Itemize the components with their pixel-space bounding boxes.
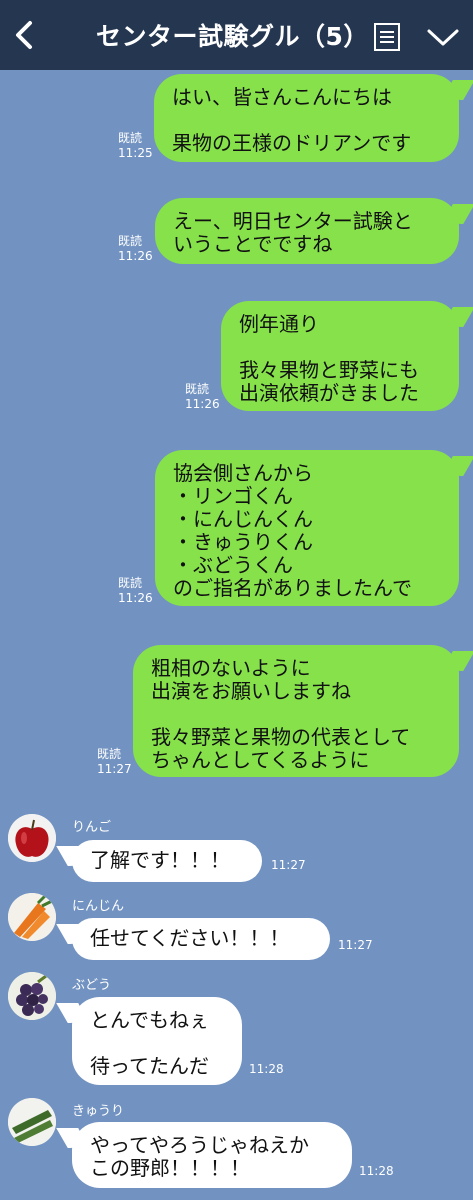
cucumber-avatar[interactable] — [8, 1098, 56, 1146]
message-line: やってやろうじゃねえか — [90, 1133, 309, 1157]
message-line: 協会側さんから — [173, 461, 313, 485]
read-receipt: 既読 — [97, 747, 122, 761]
message-line: 出演をお願いしますね — [151, 679, 351, 703]
message-line: いうことでですね — [173, 232, 333, 256]
received-message-2[interactable]: 任せてください！！！ — [72, 918, 330, 960]
message-line: ・きゅうりくん — [173, 530, 313, 554]
sent-message-1[interactable]: はい、皆さんこんにちは 果物の王様のドリアンです — [154, 74, 459, 162]
read-receipt: 既読 — [118, 234, 143, 248]
grapes-icon — [8, 972, 56, 1020]
sent-message-4[interactable]: 協会側さんから ・リンゴくん ・にんじんくん ・きゅうりくん ・ぶどうくん のご… — [155, 450, 459, 606]
sent-message-2[interactable]: えー、明日センター試験と いうことでですね — [155, 198, 459, 264]
message-line: えー、明日センター試験と — [173, 209, 413, 233]
message-line: 例年通り — [239, 312, 319, 336]
received-message-1[interactable]: 了解です！！！ — [72, 840, 262, 882]
carrot-icon — [8, 893, 56, 941]
apple-avatar[interactable] — [8, 814, 56, 862]
carrot-avatar[interactable] — [8, 893, 56, 941]
sender-name: りんご — [72, 820, 112, 835]
message-time: 11:28 — [359, 1164, 394, 1178]
message-line — [172, 109, 441, 132]
message-meta: 既読 11:25 — [118, 131, 153, 161]
message-line: 果物の王様のドリアンです — [172, 131, 412, 155]
received-message-3[interactable]: とんでもねぇ 待ってたんだ — [72, 997, 242, 1085]
message-line: はい、皆さんこんにちは — [172, 85, 392, 109]
message-time: 11:27 — [338, 938, 373, 952]
message-line — [239, 336, 441, 359]
message-time: 11:27 — [97, 762, 132, 776]
message-line: 了解です！！！ — [90, 848, 230, 872]
message-meta: 既読 11:27 — [97, 747, 132, 777]
read-receipt: 既読 — [118, 131, 143, 145]
message-time: 11:27 — [271, 858, 306, 872]
message-line: のご指名がありましたんで — [173, 576, 412, 600]
sent-message-5[interactable]: 粗相のないように 出演をお願いしますね 我々野菜と果物の代表として ちゃんとして… — [133, 645, 459, 777]
message-time: 11:26 — [185, 397, 220, 411]
message-line: ・ぶどうくん — [173, 553, 293, 577]
message-line: ちゃんとしてくるように — [151, 748, 370, 772]
message-line — [151, 703, 441, 726]
message-line: 任せてください！！！ — [90, 926, 290, 950]
grapes-avatar[interactable] — [8, 972, 56, 1020]
apple-icon — [8, 814, 56, 862]
message-time: 11:26 — [118, 591, 153, 605]
message-time: 11:28 — [249, 1062, 284, 1076]
message-line: ・にんじんくん — [173, 507, 313, 531]
notes-icon[interactable] — [373, 22, 401, 52]
read-receipt: 既読 — [118, 576, 143, 590]
chat-header: センター試験グル（5） — [0, 0, 473, 70]
message-meta: 既読 11:26 — [118, 234, 153, 264]
message-line: 粗相のないように — [151, 656, 311, 680]
message-line: この野郎！！！！ — [90, 1156, 250, 1180]
message-line: 待ってたんだ — [90, 1054, 209, 1078]
message-line: 出演依頼がきました — [239, 381, 419, 405]
message-line: ・リンゴくん — [173, 484, 293, 508]
sent-message-3[interactable]: 例年通り 我々果物と野菜にも 出演依頼がきました — [221, 301, 459, 411]
chevron-left-icon[interactable] — [10, 18, 40, 52]
chat-title[interactable]: センター試験グル（5） — [96, 17, 369, 53]
sender-name: きゅうり — [72, 1104, 125, 1119]
message-line — [90, 1032, 224, 1055]
message-time: 11:26 — [118, 249, 153, 263]
sender-name: にんじん — [72, 899, 125, 914]
cucumber-icon — [8, 1098, 56, 1146]
chevron-down-icon[interactable] — [426, 26, 460, 48]
message-line: とんでもねぇ — [90, 1008, 209, 1032]
received-message-4[interactable]: やってやろうじゃねえか この野郎！！！！ — [72, 1122, 352, 1188]
read-receipt: 既読 — [185, 382, 210, 396]
message-time: 11:25 — [118, 146, 153, 160]
message-meta: 既読 11:26 — [185, 382, 220, 412]
message-meta: 既読 11:26 — [118, 576, 153, 606]
message-line: 我々果物と野菜にも — [239, 358, 419, 382]
sender-name: ぶどう — [72, 978, 112, 993]
message-line: 我々野菜と果物の代表として — [151, 725, 411, 749]
